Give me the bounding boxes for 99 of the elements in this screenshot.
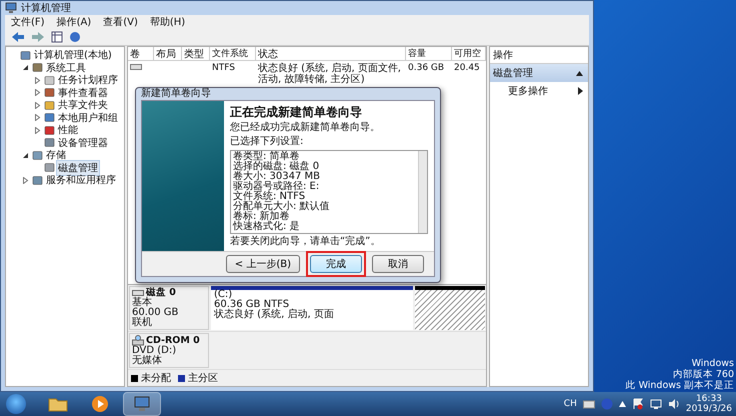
tree-item[interactable]: 共享文件夹 (57, 98, 109, 112)
up-arrow-icon[interactable] (618, 401, 626, 407)
tree-item[interactable]: 事件查看器 (57, 86, 109, 100)
setting-line: 卷大小: 30347 MB (233, 172, 322, 182)
setting-line: 卷类型: 简单卷 (233, 152, 300, 162)
scrollbar[interactable] (418, 151, 427, 233)
activation-notice-text: 内部版本 760 (672, 369, 734, 380)
table-cell-text: 20.45 (453, 63, 481, 75)
legend-label: 未分配 (141, 372, 171, 385)
start-button[interactable] (6, 394, 26, 414)
setting-line: 卷标: 新加卷 (233, 212, 290, 222)
table-cell-text: 状态良好 (系统, 启动, 页面文件, 活动, 故障转储, 主分区) (257, 63, 402, 85)
tree-node-icon (44, 112, 55, 124)
volume-icon (130, 63, 142, 71)
column-header[interactable]: 状态 (256, 47, 406, 60)
tree-item[interactable]: 磁盘管理 (57, 160, 99, 175)
close-hint: 若要关闭此向导，请单击“完成”。 (230, 236, 382, 248)
collapsed-arrow-icon[interactable] (34, 76, 41, 84)
action-item[interactable]: 更多操作 (490, 82, 588, 100)
setting-line: 分配单元大小: 默认值 (233, 202, 331, 212)
dialog-button[interactable]: 完成 (310, 255, 362, 273)
disk-detail: 60.00 GB (132, 308, 180, 318)
computer-icon (5, 2, 17, 14)
column-header[interactable]: 容量 (406, 47, 452, 60)
submenu-arrow-icon (578, 87, 583, 95)
expanded-arrow-icon[interactable] (22, 152, 29, 159)
menu-item[interactable]: 操作(A) (56, 15, 92, 29)
tree-item[interactable]: 任务计划程序 (57, 73, 119, 88)
tree-item[interactable]: 存储 (45, 148, 67, 162)
disk-name: CD-ROM 0 (146, 336, 200, 346)
collapsed-arrow-icon[interactable] (22, 176, 29, 184)
activation-notice-text: 此 Windows 副本不是正 (626, 380, 734, 391)
partition-label: (C:) (214, 290, 232, 300)
legend-label: 主分区 (188, 372, 218, 385)
wizard-message: 您已经成功完成新建简单卷向导。 (230, 122, 381, 134)
tree-item[interactable]: 服务和应用程序 (45, 173, 117, 188)
tree-node-icon (44, 100, 55, 111)
tree-node-icon (32, 62, 43, 74)
tree-node-icon (44, 137, 55, 148)
tree-item[interactable]: 性能 (57, 123, 79, 138)
table-cell-text: 0.36 GB (407, 63, 446, 75)
back-arrow-icon[interactable] (11, 31, 25, 43)
collapsed-arrow-icon[interactable] (34, 114, 41, 122)
partition-size: 60.36 GB NTFS (214, 300, 290, 310)
computer-icon (133, 396, 151, 412)
tree-item[interactable]: 设备管理器 (57, 136, 109, 150)
setting-line: 选择的磁盘: 磁盘 0 (233, 162, 320, 172)
menu-item[interactable]: 文件(F) (11, 15, 45, 29)
menu-item[interactable]: 帮助(H) (150, 15, 186, 29)
tree-item[interactable]: 本地用户和组 (57, 110, 119, 125)
collapsed-arrow-icon[interactable] (34, 126, 41, 134)
partition-block[interactable]: (C:) 60.36 GB NTFS 状态良好 (系统, 启动, 页面 (211, 286, 413, 330)
collapsed-arrow-icon[interactable] (34, 102, 41, 109)
collapse-arrow-icon[interactable] (576, 70, 583, 76)
flag-icon[interactable] (632, 398, 644, 410)
tree-node-icon (32, 150, 43, 161)
unallocated-block[interactable] (415, 286, 485, 330)
tree-node-icon (44, 162, 55, 174)
disk-name: 磁盘 0 (146, 288, 176, 298)
actions-section-header[interactable]: 磁盘管理 (490, 64, 588, 82)
disk-detail: 基本 (132, 298, 152, 308)
disk-detail: DVD (D:) (132, 346, 178, 356)
column-header[interactable]: 布局 (154, 47, 182, 60)
grid-icon[interactable] (51, 31, 63, 43)
setting-line: 驱动器号或路径: E: (233, 182, 320, 192)
taskbar-button[interactable] (124, 393, 160, 415)
activation-notice-text: Windows (692, 358, 734, 369)
menu-item[interactable]: 查看(V) (103, 15, 138, 29)
disk-detail: 联机 (132, 318, 153, 328)
folder-icon (48, 396, 68, 412)
play-icon (91, 395, 109, 413)
disk-detail: 无媒体 (132, 356, 163, 366)
setting-line: 快速格式化: 是 (233, 222, 301, 232)
column-header[interactable]: 卷 (128, 47, 154, 60)
column-header[interactable]: 文件系统 (210, 47, 256, 60)
dialog-button[interactable]: 取消 (372, 255, 424, 273)
column-header[interactable]: 可用空 (452, 47, 486, 60)
tree-node-icon (20, 50, 31, 61)
dialog-title: 新建简单卷向导 (141, 88, 212, 100)
dialog-button[interactable]: < 上一步(B) (226, 255, 300, 273)
collapsed-arrow-icon[interactable] (34, 89, 41, 96)
setting-line: 文件系统: NTFS (233, 192, 306, 202)
speaker-icon[interactable] (668, 398, 680, 410)
language-indicator[interactable]: CH (564, 399, 577, 409)
tree-item[interactable]: 计算机管理(本地) (33, 48, 113, 62)
table-cell-text: NTFS (211, 63, 236, 75)
wizard-heading: 正在完成新建简单卷向导 (230, 105, 363, 120)
settings-label: 已选择下列设置: (230, 136, 304, 148)
clock[interactable]: 16:33 2019/3/26 (686, 394, 732, 414)
tree-item[interactable]: 系统工具 (45, 60, 87, 75)
window-title: 计算机管理 (21, 2, 71, 15)
tree-node-icon (32, 174, 43, 186)
tree-node-icon (44, 74, 55, 86)
partition-status: 状态良好 (系统, 启动, 页面 (214, 310, 335, 320)
column-header[interactable]: 类型 (182, 47, 210, 60)
tree-node-icon (44, 87, 55, 98)
settings-list[interactable]: 卷类型: 简单卷 选择的磁盘: 磁盘 0 卷大小: 30347 MB 驱动器号或路径: E: 文件系统: NTFS 分配单元大小: 默认值 卷标: 新加卷 快速格式化: 是 (230, 150, 428, 234)
expanded-arrow-icon[interactable] (22, 64, 29, 72)
tree-node-icon (44, 124, 55, 136)
